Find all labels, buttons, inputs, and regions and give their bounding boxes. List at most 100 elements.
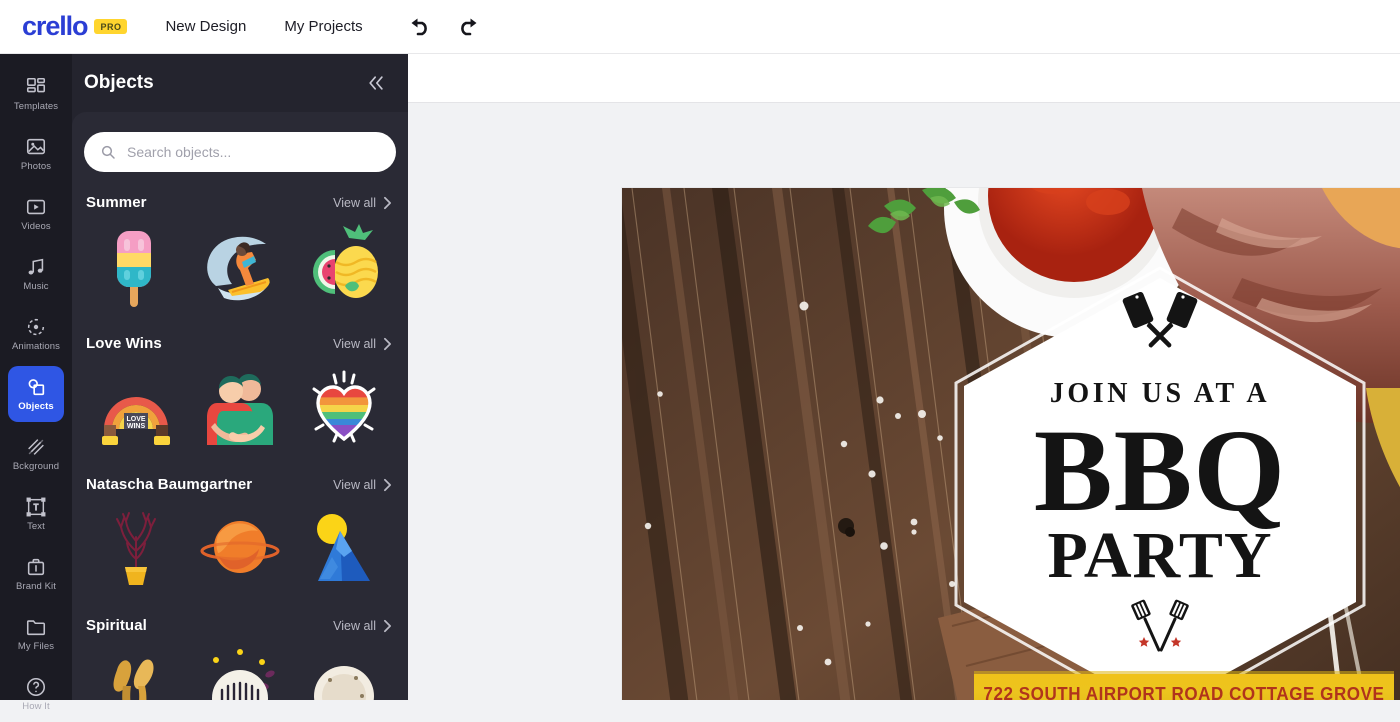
badge-line-3: PARTY: [1047, 519, 1273, 593]
category-header: Spiritual View all: [84, 617, 396, 634]
sidebar-label: Text: [27, 521, 45, 533]
animations-icon: [27, 319, 45, 336]
nav-new-design[interactable]: New Design: [165, 18, 246, 35]
search-icon: [101, 145, 115, 159]
object-thumb-popsicle-sticker[interactable]: [84, 219, 188, 313]
sidebar-item-my-files[interactable]: My Files: [8, 606, 64, 662]
panel-title: Objects: [84, 72, 154, 93]
history-controls: [407, 15, 481, 39]
object-thumb-orange-planet-sticker[interactable]: [188, 501, 292, 595]
double-chevron-left-icon[interactable]: [366, 73, 386, 93]
category-grid: [84, 501, 396, 595]
view-all-love-wins[interactable]: View all: [333, 337, 392, 351]
sidebar-label: My Files: [17, 641, 55, 653]
design-canvas[interactable]: JOIN US AT A BBQ PARTY 722 SOUTH AIRPORT…: [622, 188, 1400, 700]
category-header: Summer View all: [84, 194, 396, 211]
chevron-right-icon: [384, 337, 391, 350]
music-icon: [28, 258, 44, 275]
view-all-natascha-baumgartner[interactable]: View all: [333, 478, 392, 492]
canvas-toolbar: [408, 54, 1400, 103]
object-thumb-crescent-arch-sticker[interactable]: [292, 642, 396, 700]
view-all-label: View all: [333, 477, 376, 492]
sidebar-label: Animations: [12, 341, 60, 353]
sidebar-item-videos[interactable]: Videos: [8, 186, 64, 242]
brand-name: crello: [22, 11, 89, 41]
sidebar-label: Music: [23, 281, 49, 293]
category-grid: [84, 219, 396, 313]
category-summer: Summer View all: [84, 194, 396, 313]
sidebar-item-brand-kit[interactable]: Brand Kit: [8, 546, 64, 602]
svg-text:LOVE: LOVE: [126, 416, 145, 423]
sidebar-label: Objects: [18, 401, 54, 413]
sidebar-item-music[interactable]: Music: [8, 246, 64, 302]
category-title: Spiritual: [86, 617, 147, 634]
object-thumb-rainbow-heart-sticker[interactable]: [292, 360, 396, 454]
category-header: Natascha Baumgartner View all: [84, 476, 396, 493]
objects-panel: Objects Summer View all: [72, 54, 408, 700]
address-banner: 722 SOUTH AIRPORT ROAD COTTAGE GROVE: [974, 674, 1394, 700]
panel-body: Summer View all: [72, 112, 408, 700]
bbq-hex-badge: JOIN US AT A BBQ PARTY: [964, 278, 1356, 700]
object-thumb-mystic-eye-sticker[interactable]: [188, 642, 292, 700]
top-bar: crello PRO New Design My Projects: [0, 0, 1400, 54]
search-input[interactable]: [127, 144, 367, 160]
object-thumb-blue-mountain-sun-sticker[interactable]: [292, 501, 396, 595]
brandkit-icon: [27, 559, 45, 576]
left-rail: Templates Photos Videos Music Animations: [0, 54, 72, 711]
chevron-right-icon: [384, 619, 391, 632]
sidebar-item-text[interactable]: Text: [8, 486, 64, 542]
object-thumb-potted-coral-plant-sticker[interactable]: [84, 501, 188, 595]
nav-my-projects[interactable]: My Projects: [284, 18, 362, 35]
sidebar-item-how-it-works[interactable]: How It: [8, 666, 64, 722]
chevron-right-icon: [384, 196, 391, 209]
sidebar-item-background[interactable]: Bckground: [8, 426, 64, 482]
sidebar-label: Bckground: [12, 461, 60, 473]
category-natascha-baumgartner: Natascha Baumgartner View all: [84, 476, 396, 595]
sidebar-label: Photos: [20, 161, 52, 173]
sidebar-label: Videos: [21, 221, 51, 233]
svg-text:WINS: WINS: [127, 423, 146, 430]
sidebar-item-animations[interactable]: Animations: [8, 306, 64, 362]
videos-icon: [26, 200, 46, 215]
view-all-spiritual[interactable]: View all: [333, 619, 392, 633]
view-all-label: View all: [333, 618, 376, 633]
sidebar-label: Brand Kit: [16, 581, 56, 593]
sidebar-item-photos[interactable]: Photos: [8, 126, 64, 182]
category-love-wins: Love Wins View all LOVE WINS: [84, 335, 396, 454]
brand-logo[interactable]: crello PRO: [22, 11, 128, 42]
redo-icon[interactable]: [457, 15, 481, 39]
object-thumb-pineapple-watermelon-sticker[interactable]: [292, 219, 396, 313]
object-thumb-rainbow-hands-sticker[interactable]: LOVE WINS: [84, 360, 188, 454]
object-thumb-couple-hug-sticker[interactable]: [188, 360, 292, 454]
view-all-summer[interactable]: View all: [333, 196, 392, 210]
hex-content: JOIN US AT A BBQ PARTY: [964, 278, 1356, 700]
myfiles-icon: [26, 620, 46, 636]
templates-icon: [26, 78, 46, 93]
sidebar-item-objects[interactable]: Objects: [8, 366, 64, 422]
object-thumb-golden-hands-sticker[interactable]: [84, 642, 188, 700]
view-all-label: View all: [333, 336, 376, 351]
category-title: Natascha Baumgartner: [86, 476, 253, 493]
object-thumb-surfer-sticker[interactable]: [188, 219, 292, 313]
sidebar-label: How It: [22, 701, 50, 713]
photos-icon: [26, 139, 46, 155]
undo-icon[interactable]: [407, 15, 431, 39]
category-spiritual: Spiritual View all: [84, 617, 396, 700]
sidebar-item-templates[interactable]: Templates: [8, 66, 64, 122]
search-objects-box[interactable]: [84, 132, 396, 172]
category-header: Love Wins View all: [84, 335, 396, 352]
category-title: Love Wins: [86, 335, 162, 352]
canvas-area[interactable]: JOIN US AT A BBQ PARTY 722 SOUTH AIRPORT…: [408, 103, 1400, 700]
crossed-spatulas-icon: [1131, 599, 1189, 652]
text-icon: [26, 497, 46, 517]
pro-badge: PRO: [94, 19, 128, 34]
objects-icon: [28, 379, 45, 396]
panel-header: Objects: [72, 54, 408, 112]
background-icon: [28, 439, 44, 456]
category-title: Summer: [86, 194, 147, 211]
crossed-cleavers-icon: [1122, 292, 1198, 348]
view-all-label: View all: [333, 195, 376, 210]
category-grid: LOVE WINS: [84, 360, 396, 454]
help-icon: [26, 678, 46, 697]
chevron-right-icon: [384, 478, 391, 491]
